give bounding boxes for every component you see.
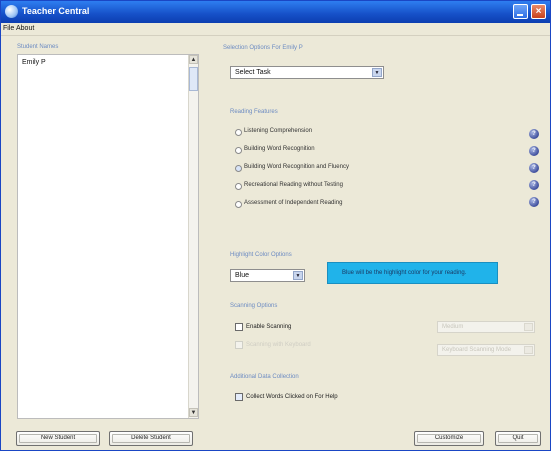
scan-mode-value: Keyboard Scanning Mode bbox=[442, 347, 512, 353]
keyboard-scanning-label: Scanning with Keyboard bbox=[246, 342, 311, 348]
help-question-icon[interactable]: ? bbox=[529, 163, 539, 173]
chevron-down-icon[interactable]: ▼ bbox=[372, 68, 382, 77]
collect-words-checkbox[interactable] bbox=[235, 393, 243, 401]
chevron-down-icon[interactable] bbox=[524, 323, 533, 331]
help-question-icon[interactable]: ? bbox=[529, 180, 539, 190]
chevron-down-icon[interactable] bbox=[524, 346, 533, 354]
selection-options-label: Selection Options For Emily P bbox=[223, 45, 303, 51]
radio-button[interactable] bbox=[235, 183, 242, 190]
radio-button[interactable] bbox=[235, 201, 242, 208]
radio-button-selected[interactable] bbox=[235, 165, 242, 172]
quit-button[interactable]: Quit bbox=[495, 431, 541, 446]
highlight-color-value: Blue bbox=[235, 272, 250, 279]
scroll-up-button[interactable]: ▲ bbox=[189, 55, 198, 64]
chevron-down-icon[interactable]: ▼ bbox=[293, 271, 303, 280]
enable-scanning-checkbox[interactable] bbox=[235, 323, 243, 331]
scroll-thumb[interactable] bbox=[189, 67, 198, 91]
customize-button[interactable]: Customize bbox=[414, 431, 484, 446]
scroll-down-button[interactable]: ▼ bbox=[189, 408, 198, 417]
window-title: Teacher Central bbox=[22, 6, 90, 16]
menu-about[interactable]: About bbox=[16, 25, 34, 32]
help-question-icon[interactable]: ? bbox=[529, 129, 539, 139]
highlight-preview-text: Blue will be the highlight color for you… bbox=[342, 270, 467, 276]
reading-features-label: Reading Features bbox=[230, 109, 278, 115]
additional-data-label: Additional Data Collection bbox=[230, 374, 299, 380]
scan-speed-select[interactable]: Medium bbox=[437, 321, 535, 333]
reading-option-2[interactable]: Building Word Recognition bbox=[235, 145, 495, 156]
reading-option-label: Recreational Reading without Testing bbox=[244, 182, 343, 188]
student-panel: Student Names Emily P ▲ ▼ bbox=[13, 44, 203, 421]
highlight-color-preview: Blue will be the highlight color for you… bbox=[327, 262, 498, 284]
scan-mode-select[interactable]: Keyboard Scanning Mode bbox=[437, 344, 535, 356]
student-list[interactable]: Emily P ▲ ▼ bbox=[17, 54, 199, 419]
menu-bar: File About bbox=[1, 23, 550, 36]
enable-scanning-label: Enable Scanning bbox=[246, 324, 292, 330]
highlight-color-label: Highlight Color Options bbox=[230, 252, 292, 258]
app-icon bbox=[5, 5, 18, 18]
reading-option-label: Assessment of Independent Reading bbox=[244, 200, 343, 206]
collect-words-label: Collect Words Clicked on For Help bbox=[246, 394, 338, 400]
task-select[interactable]: Select Task ▼ bbox=[230, 66, 384, 79]
reading-option-label: Listening Comprehension bbox=[244, 128, 313, 134]
minimize-button[interactable] bbox=[513, 4, 528, 19]
new-student-button[interactable]: New Student bbox=[16, 431, 100, 446]
reading-option-3[interactable]: Building Word Recognition and Fluency bbox=[235, 163, 495, 174]
reading-option-label: Building Word Recognition bbox=[244, 146, 315, 152]
highlight-color-select[interactable]: Blue ▼ bbox=[230, 269, 305, 282]
help-question-icon[interactable]: ? bbox=[529, 197, 539, 207]
scan-speed-value: Medium bbox=[442, 324, 464, 330]
help-question-icon[interactable]: ? bbox=[529, 146, 539, 156]
keyboard-scanning-checkbox[interactable] bbox=[235, 341, 243, 349]
delete-student-button[interactable]: Delete Student bbox=[109, 431, 193, 446]
radio-button[interactable] bbox=[235, 147, 242, 154]
close-button[interactable]: × bbox=[531, 4, 546, 19]
menu-file[interactable]: File bbox=[3, 25, 14, 32]
teacher-central-window: Teacher Central × File About Student Nam… bbox=[0, 0, 551, 451]
student-names-header: Student Names bbox=[17, 44, 59, 50]
student-list-scrollbar[interactable]: ▲ ▼ bbox=[188, 55, 198, 418]
radio-button[interactable] bbox=[235, 129, 242, 136]
title-bar[interactable]: Teacher Central × bbox=[1, 1, 550, 23]
student-item-emily[interactable]: Emily P bbox=[22, 59, 46, 66]
reading-option-5[interactable]: Assessment of Independent Reading bbox=[235, 199, 495, 210]
task-select-value: Select Task bbox=[235, 69, 271, 76]
scanning-options-label: Scanning Options bbox=[230, 303, 278, 309]
reading-option-4[interactable]: Recreational Reading without Testing bbox=[235, 181, 495, 192]
reading-option-label: Building Word Recognition and Fluency bbox=[244, 164, 349, 170]
reading-option-1[interactable]: Listening Comprehension bbox=[235, 127, 495, 138]
